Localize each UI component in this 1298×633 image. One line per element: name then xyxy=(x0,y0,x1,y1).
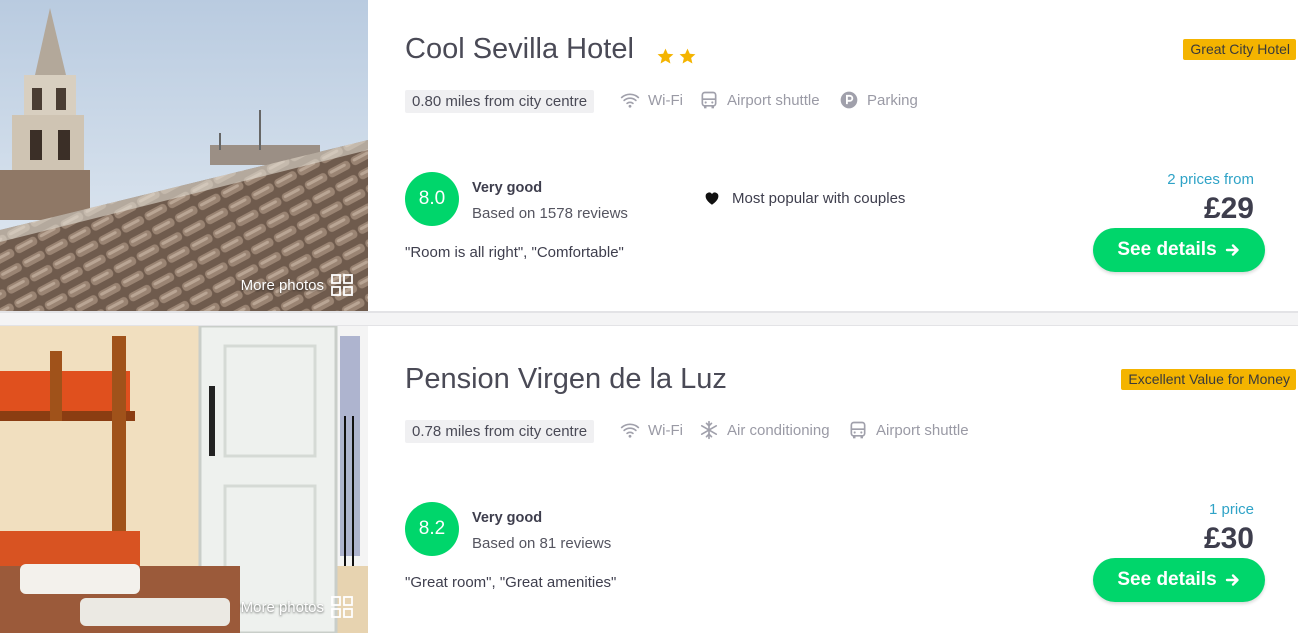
bus-icon xyxy=(850,421,866,439)
snowflake-icon xyxy=(700,420,718,440)
hotel-name[interactable]: Cool Sevilla Hotel xyxy=(405,33,634,66)
arrow-right-icon xyxy=(1225,574,1239,586)
rating-label: Very good xyxy=(472,180,543,196)
grid-icon xyxy=(331,596,353,618)
amenity-airport-shuttle: Airport shuttle xyxy=(848,420,969,440)
prices-from-link[interactable]: 1 price xyxy=(1209,501,1254,518)
distance-tag: 0.78 miles from city centre xyxy=(405,420,595,443)
see-details-label: See details xyxy=(1117,569,1217,590)
amenity-airport-shuttle: Airport shuttle xyxy=(699,90,820,110)
amenity-air-conditioning: Air conditioning xyxy=(699,420,830,440)
arrow-right-icon xyxy=(1225,244,1239,256)
amenity-label: Wi-Fi xyxy=(648,421,683,439)
more-photos-link[interactable]: More photos xyxy=(241,273,354,297)
see-details-button[interactable]: See details xyxy=(1093,228,1265,272)
amenity-wifi: Wi-Fi xyxy=(620,90,683,110)
star-icon xyxy=(679,48,696,64)
hotel-badge: Excellent Value for Money xyxy=(1121,369,1296,390)
amenity-wifi: Wi-Fi xyxy=(620,420,683,440)
amenity-label: Airport shuttle xyxy=(876,421,969,439)
review-quote: "Great room", "Great amenities" xyxy=(405,574,617,591)
hotel-card-cool-sevilla[interactable]: More photos Cool Sevilla Hotel Great Cit… xyxy=(0,0,1298,311)
see-details-label: See details xyxy=(1117,239,1217,260)
rooftop-photo-image xyxy=(0,0,368,311)
hotel-photo[interactable]: More photos xyxy=(0,0,368,311)
prices-from-link[interactable]: 2 prices from xyxy=(1167,171,1254,188)
hotel-badge: Great City Hotel xyxy=(1183,39,1296,60)
popular-with-couples: Most popular with couples xyxy=(703,189,905,207)
price: £30 xyxy=(1203,522,1254,555)
more-photos-label: More photos xyxy=(240,276,324,294)
hotel-card-pension-virgen[interactable]: More photos Pension Virgen de la Luz Exc… xyxy=(0,326,1298,633)
more-photos-label: More photos xyxy=(240,598,324,616)
hotel-photo[interactable]: More photos xyxy=(0,326,368,633)
hotel-name[interactable]: Pension Virgen de la Luz xyxy=(405,363,727,396)
star-rating xyxy=(656,47,697,66)
more-photos-link[interactable]: More photos xyxy=(241,595,354,619)
review-score: 8.0 xyxy=(405,172,459,226)
amenity-parking: Parking xyxy=(839,90,918,110)
grid-icon xyxy=(331,274,353,296)
amenity-label: Air conditioning xyxy=(727,421,830,439)
parking-icon xyxy=(840,91,858,109)
heart-icon xyxy=(705,192,719,205)
card-separator xyxy=(0,311,1298,326)
wifi-icon xyxy=(620,423,640,438)
star-icon xyxy=(657,48,674,64)
rating-label: Very good xyxy=(472,510,543,526)
see-details-button[interactable]: See details xyxy=(1093,558,1265,602)
wifi-icon xyxy=(620,93,640,108)
bedroom-photo-image xyxy=(0,326,368,633)
review-count[interactable]: Based on 81 reviews xyxy=(472,535,611,552)
review-quote: "Room is all right", "Comfortable" xyxy=(405,244,624,261)
popular-label: Most popular with couples xyxy=(732,189,906,207)
amenity-label: Wi-Fi xyxy=(648,91,683,109)
distance-tag: 0.80 miles from city centre xyxy=(405,90,595,113)
review-count[interactable]: Based on 1578 reviews xyxy=(472,205,628,222)
review-score: 8.2 xyxy=(405,502,459,556)
amenity-label: Airport shuttle xyxy=(727,91,820,109)
price: £29 xyxy=(1203,192,1254,225)
amenity-label: Parking xyxy=(867,91,918,109)
bus-icon xyxy=(701,91,717,109)
